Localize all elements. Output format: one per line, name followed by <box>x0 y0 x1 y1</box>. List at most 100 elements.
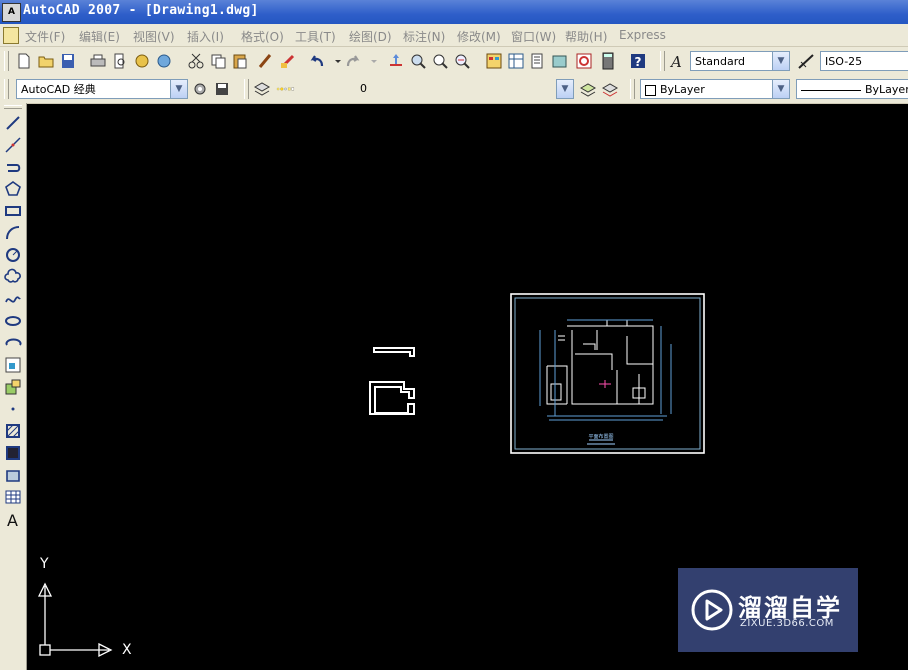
standard-toolbar: ? A Standard ▼ ISO-25 <box>0 47 908 76</box>
toolbar-grip[interactable] <box>4 51 9 71</box>
region-icon[interactable] <box>3 465 23 485</box>
ucs-icon <box>37 582 113 658</box>
sheet-set-manager-icon[interactable] <box>550 51 570 71</box>
new-icon[interactable] <box>14 51 34 71</box>
tool-palettes-icon[interactable] <box>528 51 548 71</box>
polyline-icon[interactable] <box>3 157 23 177</box>
insert-block-icon[interactable] <box>3 355 23 375</box>
text-style-icon[interactable]: A <box>668 51 688 71</box>
floor-plan-drawing[interactable]: 平面布置图 <box>510 293 705 454</box>
quickcalc-icon[interactable] <box>598 51 618 71</box>
ucs-y-label: Y <box>40 556 49 572</box>
linetype-value: ByLayer <box>865 83 908 96</box>
rectangle-icon[interactable] <box>3 201 23 221</box>
publish-icon[interactable] <box>132 51 152 71</box>
multiline-text-icon[interactable]: A <box>3 509 23 529</box>
toolbar-grip[interactable] <box>660 51 665 71</box>
menu-bar: 文件(F) 编辑(E) 视图(V) 插入(I) 格式(O) 工具(T) 绘图(D… <box>0 24 908 47</box>
chevron-down-icon[interactable]: ▼ <box>772 52 789 70</box>
layer-dropdown[interactable]: ▼ <box>556 79 574 99</box>
dimension-style-icon[interactable] <box>796 51 816 71</box>
undo-dropdown-icon[interactable] <box>328 51 341 71</box>
ellipse-icon[interactable] <box>3 311 23 331</box>
menu-dimension[interactable]: 标注(N) <box>403 28 445 45</box>
zoom-realtime-icon[interactable] <box>408 51 428 71</box>
zoom-window-icon[interactable] <box>430 51 450 71</box>
document-icon[interactable] <box>3 27 19 44</box>
workspace-save-icon[interactable] <box>212 79 232 99</box>
point-icon[interactable] <box>3 399 23 419</box>
menu-help[interactable]: 帮助(H) <box>565 28 607 45</box>
text-style-select[interactable]: Standard ▼ <box>690 51 790 71</box>
menu-format[interactable]: 格式(O) <box>241 28 284 45</box>
help-icon[interactable]: ? <box>628 51 648 71</box>
chevron-down-icon[interactable]: ▼ <box>772 80 789 98</box>
markup-set-manager-icon[interactable] <box>574 51 594 71</box>
paste-icon[interactable] <box>230 51 250 71</box>
layer-value: 0 <box>360 82 367 95</box>
small-wall-fragment[interactable] <box>369 347 415 415</box>
redo-dropdown-icon[interactable] <box>364 51 377 71</box>
menu-file[interactable]: 文件(F) <box>25 28 65 45</box>
menu-window[interactable]: 窗口(W) <box>511 28 556 45</box>
linetype-select[interactable]: ByLayer <box>796 79 908 99</box>
chevron-down-icon[interactable]: ▼ <box>557 80 573 98</box>
table-icon[interactable] <box>3 487 23 507</box>
construction-line-icon[interactable] <box>3 135 23 155</box>
print-preview-icon[interactable] <box>110 51 130 71</box>
toolbar-grip[interactable] <box>244 79 249 99</box>
menu-express[interactable]: Express <box>619 28 666 42</box>
layer-previous-icon[interactable] <box>600 79 620 99</box>
hatch-icon[interactable] <box>3 421 23 441</box>
copy-icon[interactable] <box>208 51 228 71</box>
polygon-icon[interactable] <box>3 179 23 199</box>
menu-modify[interactable]: 修改(M) <box>457 28 501 45</box>
workspace-value: AutoCAD 经典 <box>21 83 96 96</box>
make-object-layer-current-icon[interactable] <box>578 79 598 99</box>
block-editor-icon[interactable] <box>278 51 298 71</box>
open-icon[interactable] <box>36 51 56 71</box>
match-properties-icon[interactable] <box>256 51 276 71</box>
properties-icon[interactable] <box>484 51 504 71</box>
spline-icon[interactable] <box>3 289 23 309</box>
pan-realtime-icon[interactable] <box>386 51 406 71</box>
cut-icon[interactable] <box>186 51 206 71</box>
save-icon[interactable] <box>58 51 78 71</box>
menu-draw[interactable]: 绘图(D) <box>349 28 392 45</box>
dimension-style-select[interactable]: ISO-25 <box>820 51 908 71</box>
make-block-icon[interactable] <box>3 377 23 397</box>
chevron-down-icon[interactable]: ▼ <box>170 80 187 98</box>
play-logo-icon <box>691 589 733 631</box>
linetype-preview <box>801 89 861 91</box>
print-icon[interactable] <box>88 51 108 71</box>
menu-tools[interactable]: 工具(T) <box>295 28 336 45</box>
ellipse-arc-icon[interactable] <box>3 333 23 353</box>
menu-view[interactable]: 视图(V) <box>133 28 175 45</box>
svg-text:?: ? <box>635 55 642 69</box>
undo-icon[interactable] <box>308 51 328 71</box>
etransmit-icon[interactable] <box>154 51 174 71</box>
window-title: AutoCAD 2007 - [Drawing1.dwg] <box>23 3 259 18</box>
line-icon[interactable] <box>3 113 23 133</box>
layer-properties-icon[interactable] <box>252 79 272 99</box>
toolbar-grip[interactable] <box>630 79 635 99</box>
color-select[interactable]: ByLayer ▼ <box>640 79 790 99</box>
workspace-settings-icon[interactable] <box>190 79 210 99</box>
designcenter-icon[interactable] <box>506 51 526 71</box>
revision-cloud-icon[interactable] <box>3 267 23 287</box>
zoom-previous-icon[interactable] <box>452 51 472 71</box>
menu-insert[interactable]: 插入(I) <box>187 28 224 45</box>
title-bar: A AutoCAD 2007 - [Drawing1.dwg] <box>0 0 908 24</box>
autocad-app-icon[interactable]: A <box>2 3 21 22</box>
workspace-select[interactable]: AutoCAD 经典 ▼ <box>16 79 188 99</box>
layers-toolbar: AutoCAD 经典 ▼ 0 ▼ ByLayer ▼ ByLayer <box>0 75 908 104</box>
ucs-x-label: X <box>122 642 132 658</box>
gradient-icon[interactable] <box>3 443 23 463</box>
layer-select[interactable]: 0 <box>356 79 574 99</box>
menu-edit[interactable]: 编辑(E) <box>79 28 120 45</box>
toolbar-grip[interactable] <box>4 79 9 99</box>
arc-icon[interactable] <box>3 223 23 243</box>
redo-icon[interactable] <box>342 51 362 71</box>
circle-icon[interactable] <box>3 245 23 265</box>
toolbar-grip[interactable] <box>4 105 22 109</box>
